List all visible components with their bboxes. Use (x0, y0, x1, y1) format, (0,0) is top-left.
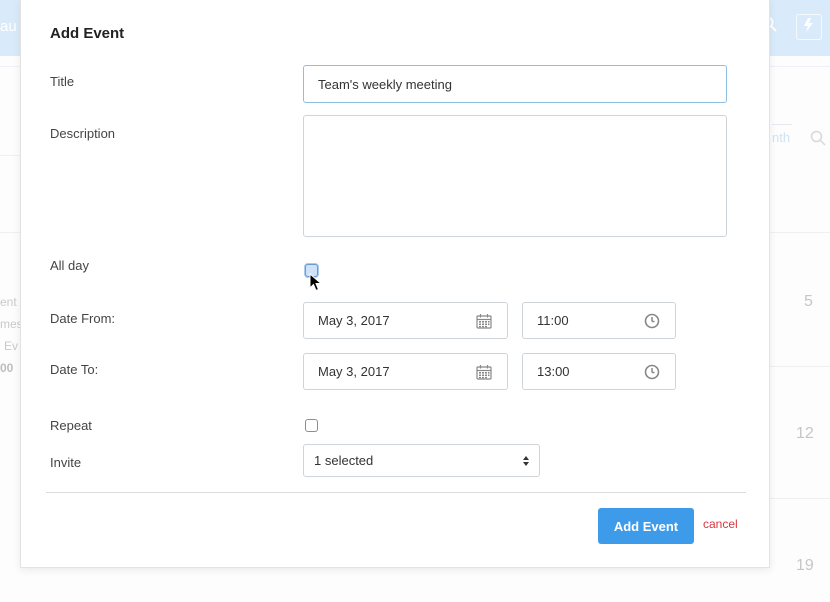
time-to-picker[interactable]: 13:00 (522, 353, 676, 390)
quick-add-icon[interactable] (796, 14, 822, 40)
repeat-label: Repeat (50, 418, 92, 433)
add-event-button[interactable]: Add Event (598, 508, 694, 544)
bg-event-snippet: ent (0, 295, 17, 309)
add-event-dialog: Add Event Title Description All day Date… (20, 0, 770, 568)
invite-label: Invite (50, 455, 82, 470)
footer-divider (46, 492, 746, 493)
date-to-label: Date To: (50, 362, 99, 377)
clock-icon[interactable] (643, 363, 661, 381)
date-to-value: May 3, 2017 (318, 364, 390, 379)
repeat-checkbox[interactable] (305, 419, 318, 432)
view-switch-month[interactable]: nth (772, 130, 790, 145)
cancel-link[interactable]: cancel (703, 517, 738, 531)
invite-value: 1 selected (314, 453, 374, 468)
title-input[interactable] (303, 65, 727, 103)
title-label: Title (50, 74, 75, 89)
time-from-picker[interactable]: 11:00 (522, 302, 676, 339)
calendar-day-number: 5 (804, 293, 813, 310)
invite-select[interactable]: 1 selected (303, 444, 540, 477)
bg-grid-line (770, 498, 830, 499)
calendar-day-number: 12 (796, 425, 814, 442)
clock-icon[interactable] (643, 312, 661, 330)
view-tab-underline (772, 124, 792, 125)
time-to-value: 13:00 (537, 364, 570, 379)
mouse-cursor-icon (309, 272, 323, 293)
all-day-label: All day (50, 258, 90, 273)
calendar-day-number: 19 (796, 557, 814, 574)
date-from-label: Date From: (50, 311, 116, 326)
bg-grid-line (770, 366, 830, 367)
calendar-icon[interactable] (475, 312, 493, 330)
bg-event-snippet: Ev (4, 339, 19, 353)
bg-event-snippet: 00 (0, 361, 14, 375)
select-arrows-icon (523, 455, 529, 466)
calendar-search-icon[interactable] (810, 130, 826, 146)
bg-grid-line (770, 232, 830, 233)
dialog-title: Add Event (50, 25, 125, 42)
time-from-value: 11:00 (537, 313, 569, 328)
date-from-picker[interactable]: May 3, 2017 (303, 302, 508, 339)
description-label: Description (50, 126, 116, 141)
app-title: au (0, 18, 17, 35)
date-from-value: May 3, 2017 (318, 313, 390, 328)
calendar-icon[interactable] (475, 363, 493, 381)
bg-grid-line (0, 155, 20, 156)
date-to-picker[interactable]: May 3, 2017 (303, 353, 508, 390)
description-textarea[interactable] (303, 115, 727, 237)
bg-grid-line (0, 232, 20, 233)
